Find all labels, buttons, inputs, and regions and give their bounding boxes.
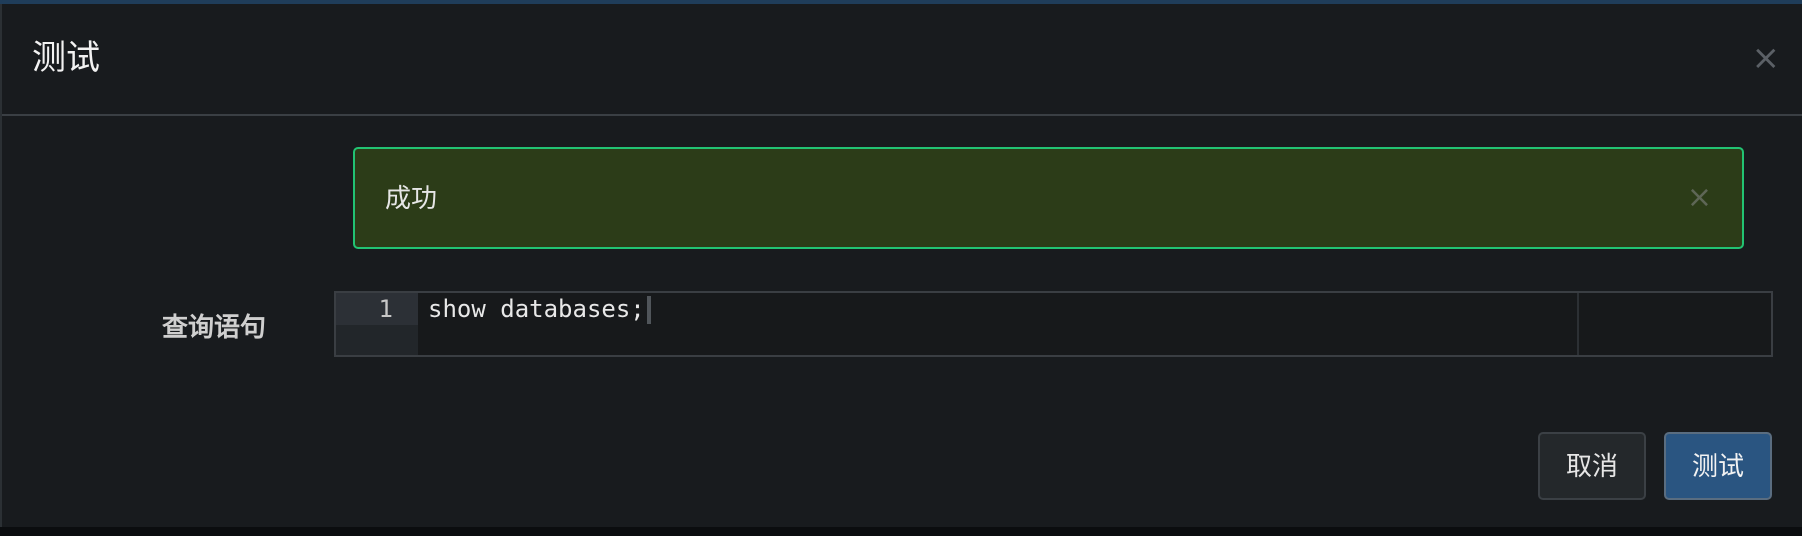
editor-gutter: 1 [336,293,418,355]
code-line[interactable]: show databases; [428,293,651,325]
test-button[interactable]: 测试 [1664,432,1772,500]
cancel-button[interactable]: 取消 [1538,432,1646,500]
query-label: 查询语句 [162,313,267,343]
bottom-strip [0,527,1802,536]
test-dialog: 测试 × 成功 × 查询语句 1 show databases; 取消 测试 [2,4,1802,527]
line-number: 1 [378,295,393,323]
alert-message: 成功 [385,184,438,214]
text-cursor [646,296,651,324]
dialog-close-icon[interactable]: × [1752,38,1781,78]
dialog-title: 测试 [32,38,100,78]
editor-scrollbar[interactable] [1577,293,1771,355]
code-text: show databases; [428,295,645,323]
success-alert: 成功 × [353,147,1744,249]
query-editor[interactable]: 1 show databases; [334,291,1773,357]
active-line-gutter: 1 [336,293,418,325]
alert-close-icon[interactable]: × [1687,180,1712,216]
dialog-header: 测试 × [2,4,1802,116]
